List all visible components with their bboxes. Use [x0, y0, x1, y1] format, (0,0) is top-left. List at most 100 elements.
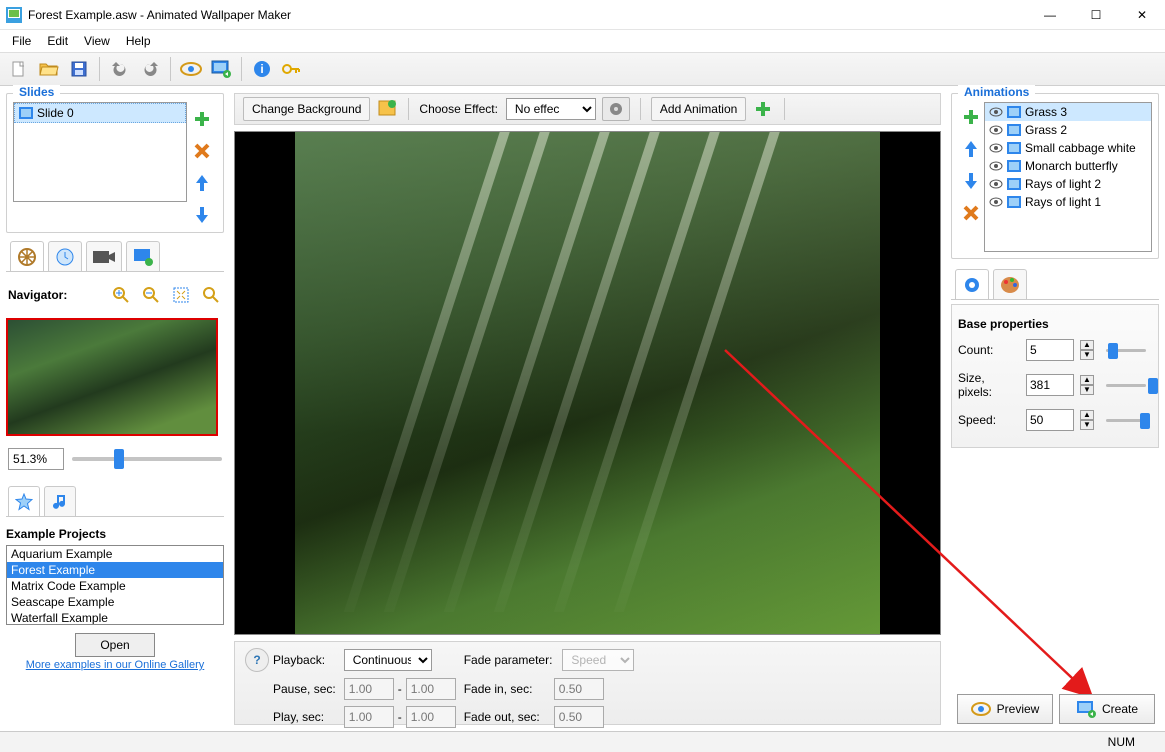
tab-favorites[interactable] — [8, 486, 40, 516]
minimize-button[interactable]: — — [1027, 0, 1073, 30]
zoom-out-button[interactable] — [140, 284, 162, 306]
size-input[interactable] — [1026, 374, 1074, 396]
preview-canvas[interactable] — [234, 131, 941, 635]
size-spinner[interactable]: ▲▼ — [1080, 375, 1094, 395]
gallery-link[interactable]: More examples in our Online Gallery — [6, 659, 224, 671]
play-max-input — [406, 706, 456, 728]
zoom-in-icon — [113, 287, 129, 303]
effect-settings-button[interactable] — [602, 97, 630, 121]
background-settings-icon[interactable] — [376, 98, 398, 120]
eye-icon[interactable] — [989, 161, 1003, 171]
tab-color-props[interactable] — [993, 269, 1027, 299]
project-row[interactable]: Forest Example — [7, 562, 223, 578]
slide-down-button[interactable] — [191, 204, 213, 226]
info-button[interactable]: i — [249, 56, 275, 82]
speed-spinner[interactable]: ▲▼ — [1080, 410, 1094, 430]
menu-edit[interactable]: Edit — [39, 32, 76, 50]
tab-base-props[interactable] — [955, 269, 989, 299]
anim-delete-button[interactable] — [960, 202, 982, 224]
tab-wheel[interactable] — [10, 241, 44, 271]
zoom-100-button[interactable] — [200, 284, 222, 306]
anim-down-button[interactable] — [960, 170, 982, 192]
playback-select[interactable]: Continuous — [344, 649, 432, 671]
project-row[interactable]: Seascape Example — [7, 594, 223, 610]
slides-title: Slides — [13, 85, 60, 99]
close-button[interactable]: ✕ — [1119, 0, 1165, 30]
slide-item[interactable]: Slide 0 — [14, 103, 186, 123]
menu-view[interactable]: View — [76, 32, 118, 50]
key-button[interactable] — [279, 56, 305, 82]
zoom-in-button[interactable] — [110, 284, 132, 306]
pause-min-input — [344, 678, 394, 700]
eye-icon[interactable] — [989, 107, 1003, 117]
create-button[interactable]: Create — [1059, 694, 1155, 724]
menu-file[interactable]: File — [4, 32, 39, 50]
size-label: Size, pixels: — [958, 371, 1020, 399]
zoom-fit-button[interactable] — [170, 284, 192, 306]
anim-add-button[interactable] — [960, 106, 982, 128]
change-background-button[interactable]: Change Background — [243, 97, 370, 121]
size-slider[interactable] — [1100, 376, 1152, 394]
slide-add-button[interactable] — [191, 108, 213, 130]
fade-parameter-select: Speed — [562, 649, 634, 671]
fade-parameter-label: Fade parameter: — [464, 653, 557, 667]
preview-button[interactable]: Preview — [957, 694, 1053, 724]
open-project-button[interactable]: Open — [75, 633, 155, 657]
fadein-input — [554, 678, 604, 700]
eye-icon[interactable] — [989, 179, 1003, 189]
anim-thumb-icon — [1007, 178, 1021, 190]
navigator-preview[interactable] — [6, 318, 218, 436]
zoom-slider[interactable] — [72, 457, 222, 461]
project-row[interactable]: Waterfall Example — [7, 610, 223, 625]
animations-list[interactable]: Grass 3 Grass 2 Small cabbage white Mona… — [984, 102, 1152, 252]
count-input[interactable] — [1026, 339, 1074, 361]
effect-select[interactable]: No effect — [506, 98, 596, 120]
pause-max-input — [406, 678, 456, 700]
anim-row[interactable]: Monarch butterfly — [985, 157, 1151, 175]
eye-icon[interactable] — [989, 125, 1003, 135]
zoom-input[interactable] — [8, 448, 64, 470]
anim-thumb-icon — [1007, 106, 1021, 118]
slide-up-button[interactable] — [191, 172, 213, 194]
menu-help[interactable]: Help — [118, 32, 159, 50]
tab-music[interactable] — [44, 486, 76, 516]
gear-icon — [608, 101, 624, 117]
anim-up-button[interactable] — [960, 138, 982, 160]
count-slider[interactable] — [1100, 341, 1152, 359]
tab-clock[interactable] — [48, 241, 82, 271]
project-row[interactable]: Aquarium Example — [7, 546, 223, 562]
help-icon[interactable]: ? — [245, 648, 269, 672]
title-bar: Forest Example.asw - Animated Wallpaper … — [0, 0, 1165, 30]
anim-row[interactable]: Small cabbage white — [985, 139, 1151, 157]
new-button[interactable] — [6, 56, 32, 82]
desktop-toolbtn[interactable] — [208, 56, 234, 82]
choose-effect-label: Choose Effect: — [419, 102, 500, 116]
speed-label: Speed: — [958, 413, 1020, 427]
tab-monitor[interactable] — [126, 241, 160, 271]
eye-icon[interactable] — [989, 197, 1003, 207]
preview-toolbtn[interactable] — [178, 56, 204, 82]
slide-delete-button[interactable] — [191, 140, 213, 162]
open-button[interactable] — [36, 56, 62, 82]
anim-row[interactable]: Rays of light 2 — [985, 175, 1151, 193]
add-animation-button[interactable]: Add Animation — [651, 97, 746, 121]
redo-button[interactable] — [137, 56, 163, 82]
fadeout-input — [554, 706, 604, 728]
slides-panel: Slides Slide 0 — [6, 93, 224, 233]
undo-button[interactable] — [107, 56, 133, 82]
projects-list[interactable]: Aquarium Example Forest Example Matrix C… — [6, 545, 224, 625]
speed-input[interactable] — [1026, 409, 1074, 431]
count-spinner[interactable]: ▲▼ — [1080, 340, 1094, 360]
clock-icon — [55, 247, 75, 267]
save-button[interactable] — [66, 56, 92, 82]
add-animation-plus-icon[interactable] — [752, 98, 774, 120]
anim-row[interactable]: Rays of light 1 — [985, 193, 1151, 211]
eye-icon[interactable] — [989, 143, 1003, 153]
project-row[interactable]: Matrix Code Example — [7, 578, 223, 594]
anim-row[interactable]: Grass 2 — [985, 121, 1151, 139]
tab-camera[interactable] — [86, 241, 122, 271]
anim-row[interactable]: Grass 3 — [985, 103, 1151, 121]
maximize-button[interactable]: ☐ — [1073, 0, 1119, 30]
speed-slider[interactable] — [1100, 411, 1152, 429]
monitor-play-icon — [1076, 700, 1096, 718]
